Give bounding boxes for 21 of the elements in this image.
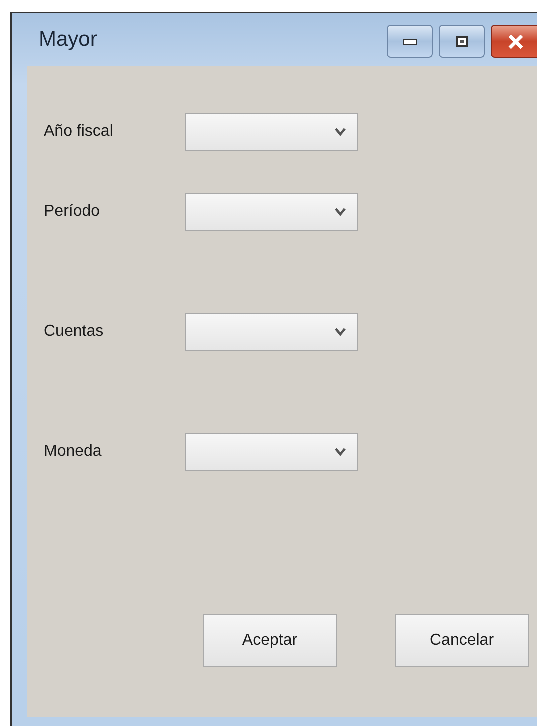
dropdown[interactable] [185, 433, 358, 471]
close-button[interactable] [491, 25, 537, 58]
minimize-icon [403, 38, 417, 44]
dropdown[interactable] [185, 193, 358, 231]
maximize-button[interactable] [439, 25, 485, 58]
minimize-button[interactable] [387, 25, 433, 58]
dialog-button[interactable]: Aceptar [203, 614, 337, 667]
field-label: Cuentas [44, 322, 105, 342]
dialog-button[interactable]: Cancelar [395, 614, 529, 667]
maximize-icon [456, 36, 468, 47]
chevron-down-icon [335, 128, 346, 136]
field-label: Año fiscal [44, 122, 114, 142]
dropdown[interactable] [185, 113, 358, 151]
chevron-down-icon [335, 328, 346, 336]
field-label: Moneda [44, 442, 103, 462]
close-icon [508, 34, 524, 48]
window-title: Mayor [39, 26, 98, 53]
field-label: Período [44, 202, 102, 222]
chevron-down-icon [335, 448, 346, 456]
dropdown[interactable] [185, 313, 358, 351]
chevron-down-icon [335, 208, 346, 216]
